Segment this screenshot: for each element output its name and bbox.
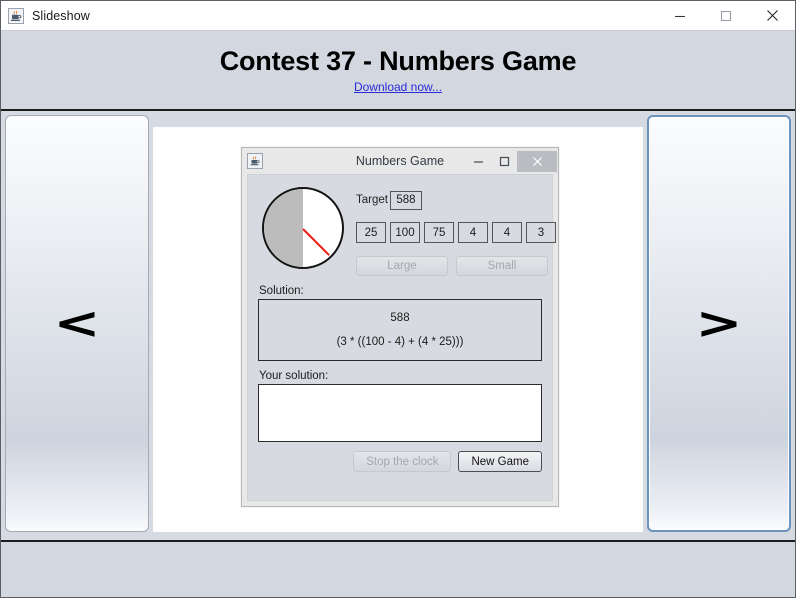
numbers-game-titlebar: Numbers Game (242, 148, 558, 174)
next-slide-button[interactable]: > (647, 115, 791, 532)
large-button[interactable]: Large (356, 256, 448, 276)
game-top-row: Target 588 25 100 75 4 4 3 Large Small (258, 183, 556, 276)
maximize-button[interactable] (491, 150, 517, 172)
clock-hand (302, 228, 330, 256)
target-value: 588 (389, 190, 422, 210)
solution-label: Solution: (259, 285, 304, 297)
chevron-right-icon: > (695, 297, 743, 349)
minimize-button[interactable] (657, 1, 703, 30)
maximize-button[interactable] (703, 1, 749, 30)
window-titlebar: Slideshow (1, 1, 795, 31)
window-title: Slideshow (32, 8, 90, 23)
user-solution-input[interactable] (258, 384, 542, 442)
new-game-button[interactable]: New Game (458, 451, 542, 472)
close-button[interactable] (517, 150, 557, 172)
solution-expression: (3 * ((100 - 4) + (4 * 25))) (336, 336, 464, 348)
countdown-clock (262, 187, 344, 269)
page-title: Contest 37 - Numbers Game (219, 46, 577, 76)
numbers-game-client-area: Target 588 25 100 75 4 4 3 Large Small S… (247, 174, 556, 501)
solution-total: 588 (390, 312, 410, 324)
window-controls (657, 1, 795, 30)
number-tile[interactable]: 3 (526, 222, 556, 243)
target-label: Target (356, 194, 388, 206)
close-button[interactable] (749, 1, 795, 30)
status-bar (1, 540, 795, 597)
game-action-buttons: Stop the clock New Game (258, 451, 542, 472)
java-icon (8, 7, 24, 24)
number-tile[interactable]: 25 (356, 222, 386, 243)
size-buttons-row: Large Small (356, 256, 556, 276)
chevron-left-icon: < (53, 297, 101, 349)
stop-the-clock-button[interactable]: Stop the clock (353, 451, 452, 472)
game-controls-column: Target 588 25 100 75 4 4 3 Large Small (356, 183, 556, 276)
number-tile[interactable]: 4 (458, 222, 488, 243)
clock-elapsed-fill (264, 189, 303, 267)
user-solution-label: Your solution: (259, 370, 329, 382)
slide-content-area: Numbers Game Target 588 25 100 75 4 4 3 … (153, 127, 643, 532)
solution-panel: 588 (3 * ((100 - 4) + (4 * 25))) (258, 299, 542, 361)
java-icon (247, 153, 263, 169)
number-tile[interactable]: 100 (390, 222, 420, 243)
small-button[interactable]: Small (456, 256, 548, 276)
numbers-game-window-controls (465, 148, 558, 174)
numbers-game-window: Numbers Game Target 588 25 100 75 4 4 3 … (241, 147, 559, 507)
download-link[interactable]: Download now... (354, 80, 442, 94)
minimize-button[interactable] (465, 150, 491, 172)
header-banner: Contest 37 - Numbers Game Download now..… (1, 31, 795, 111)
number-tile[interactable]: 75 (424, 222, 454, 243)
target-row: Target 588 (356, 189, 556, 211)
number-tile[interactable]: 4 (492, 222, 522, 243)
previous-slide-button[interactable]: < (5, 115, 149, 532)
numbers-row: 25 100 75 4 4 3 (356, 222, 556, 243)
application-window: Slideshow Contest 37 - Numbers Game Down… (0, 0, 796, 598)
slideshow-body: < Numbers Game Target 588 25 100 75 4 4 … (1, 111, 795, 540)
